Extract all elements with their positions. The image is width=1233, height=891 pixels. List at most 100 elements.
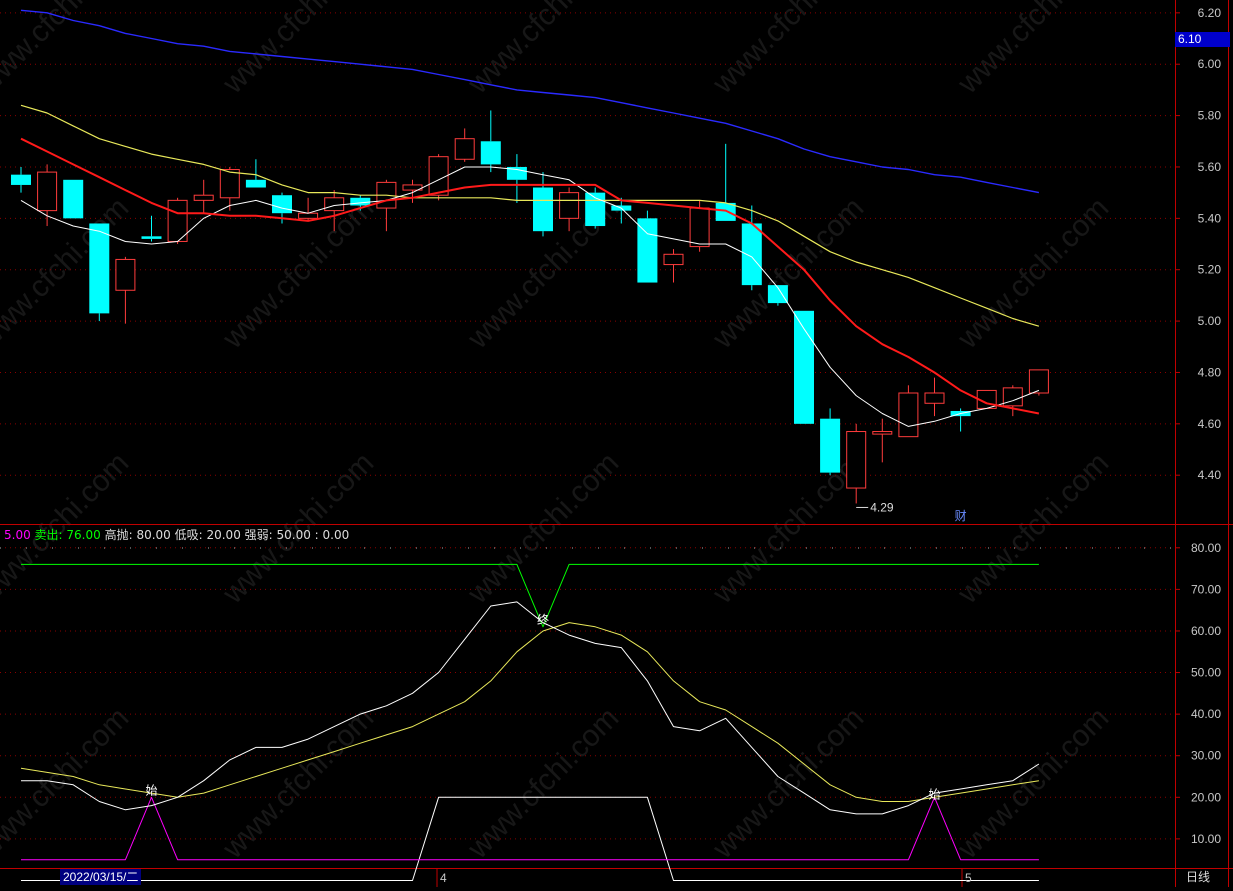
price-tick-label: 4.40 — [1198, 468, 1222, 482]
candle[interactable] — [193, 179, 214, 214]
candle[interactable] — [11, 166, 31, 193]
candle-body-down — [245, 179, 266, 188]
candle[interactable] — [506, 154, 527, 203]
indicator-tick-label: 60.00 — [1191, 624, 1221, 638]
candle-body-up — [663, 253, 684, 266]
stock-chart[interactable]: www.cfchi.com www.cfchi.com www.cfchi.com w… — [0, 0, 1233, 887]
price-tick-label: 5.80 — [1198, 109, 1222, 123]
candle[interactable] — [637, 210, 658, 283]
candle-body-down — [350, 197, 371, 206]
signal-marker: 终 — [537, 612, 549, 627]
price-tick-label: 6.00 — [1198, 57, 1222, 71]
candle-body-up — [219, 169, 240, 199]
indicator-legend: 5.00 卖出: 76.00 高抛: 80.00 低吸: 20.00 强弱: 5… — [4, 526, 349, 543]
candle-body-down — [715, 202, 736, 221]
candle-body-up — [193, 194, 214, 201]
candle-body-up — [115, 258, 136, 291]
legend-sell-value: 卖出: 76.00 — [34, 528, 101, 542]
signal-marker: 始 — [145, 783, 157, 797]
legend-thresholds: 高抛: 80.00 低吸: 20.00 强弱: 50.00 : 0.00 — [104, 528, 350, 542]
price-tick-label: 4.80 — [1198, 365, 1222, 379]
candle-body-down — [741, 223, 762, 286]
candle-body-down — [794, 310, 814, 424]
watermark-text: www.cfchi.com — [461, 701, 625, 865]
indicator-tick-label: 30.00 — [1191, 749, 1221, 763]
finance-marker: 财 — [955, 509, 967, 523]
signal-marker: 始 — [928, 787, 940, 801]
candle[interactable] — [454, 128, 475, 162]
candle-body-down — [11, 174, 31, 185]
candle[interactable] — [1028, 369, 1049, 396]
low-marker-label: 4.29 — [870, 500, 894, 514]
candle-body-down — [480, 141, 501, 165]
candle-body-up — [324, 197, 345, 212]
price-tick-label: 5.60 — [1198, 160, 1222, 174]
period-label[interactable]: 日线 — [1186, 869, 1210, 885]
price-tick-label: 5.00 — [1198, 314, 1222, 328]
candle-body-up — [559, 192, 580, 219]
candle[interactable] — [115, 256, 136, 324]
watermark-text: www.cfchi.com — [0, 0, 135, 101]
indicator-tick-label: 10.00 — [1191, 832, 1221, 846]
indicator-tick-label: 70.00 — [1191, 582, 1221, 596]
candle[interactable] — [663, 249, 684, 283]
candle[interactable] — [167, 197, 188, 245]
candle[interactable] — [245, 159, 266, 188]
candle-body-down — [141, 236, 162, 239]
chart-stage: www.cfchi.com www.cfchi.com www.cfchi.com w… — [0, 0, 1233, 887]
candle[interactable] — [480, 110, 501, 173]
candle[interactable] — [298, 197, 319, 221]
candle-body-up — [428, 156, 449, 196]
watermark-text: www.cfchi.com — [951, 701, 1115, 865]
indicator-tick-label: 20.00 — [1191, 790, 1221, 804]
price-tick-label: 4.60 — [1198, 417, 1222, 431]
watermark-text: www.cfchi.com — [461, 446, 625, 610]
indicator-tick-label: 50.00 — [1191, 666, 1221, 680]
candle[interactable] — [794, 310, 814, 424]
watermark-text: www.cfchi.com — [706, 0, 870, 101]
gridlines — [0, 12, 1180, 887]
watermark-text: www.cfchi.com — [461, 0, 625, 101]
candle-body-up — [37, 171, 58, 212]
candle[interactable] — [872, 418, 893, 463]
candle[interactable] — [37, 164, 58, 227]
price-tick-label: 6.20 — [1198, 6, 1222, 20]
candle-body-up — [689, 207, 710, 248]
candle-body-down — [272, 195, 292, 214]
indicator-tick-label: 80.00 — [1191, 541, 1221, 555]
candle[interactable] — [89, 223, 110, 322]
candle-body-down — [533, 187, 553, 232]
candle[interactable] — [585, 187, 606, 229]
month-label: 4 — [440, 871, 447, 885]
month-label: 5 — [965, 871, 972, 885]
candle-body-down — [63, 179, 84, 219]
watermark-text: www.cfchi.com — [216, 0, 380, 101]
indicator-tick-label: 40.00 — [1191, 707, 1221, 721]
candle[interactable] — [376, 179, 397, 232]
candle[interactable] — [741, 205, 762, 291]
candle[interactable] — [63, 179, 84, 219]
legend-buy-value: 5.00 — [4, 528, 31, 542]
candle-body-up — [898, 392, 919, 438]
candle[interactable] — [141, 215, 162, 242]
date-label: 2022/03/15/二 — [60, 869, 142, 885]
watermark-text: www.cfchi.com — [216, 701, 380, 865]
candle[interactable] — [898, 385, 919, 438]
candle-body-up — [454, 138, 475, 160]
candle-body-down — [820, 418, 841, 473]
watermark-text: www.cfchi.com — [951, 191, 1115, 355]
candle-body-up — [872, 431, 893, 435]
price-tick-label: 5.40 — [1198, 211, 1222, 225]
candle[interactable] — [820, 408, 841, 476]
watermark-layer: www.cfchi.com www.cfchi.com www.cfchi.com w… — [0, 0, 1115, 866]
candle-body-up — [924, 392, 945, 404]
watermark-text: www.cfchi.com — [951, 446, 1115, 610]
candle-body-down — [637, 218, 658, 283]
candle-body-down — [89, 223, 110, 314]
candle[interactable] — [846, 423, 867, 504]
candle[interactable] — [924, 377, 945, 417]
candle-body-up — [298, 212, 319, 219]
candle[interactable] — [533, 172, 553, 237]
candle-body-up — [846, 431, 867, 489]
watermark-text: www.cfchi.com — [951, 0, 1115, 101]
